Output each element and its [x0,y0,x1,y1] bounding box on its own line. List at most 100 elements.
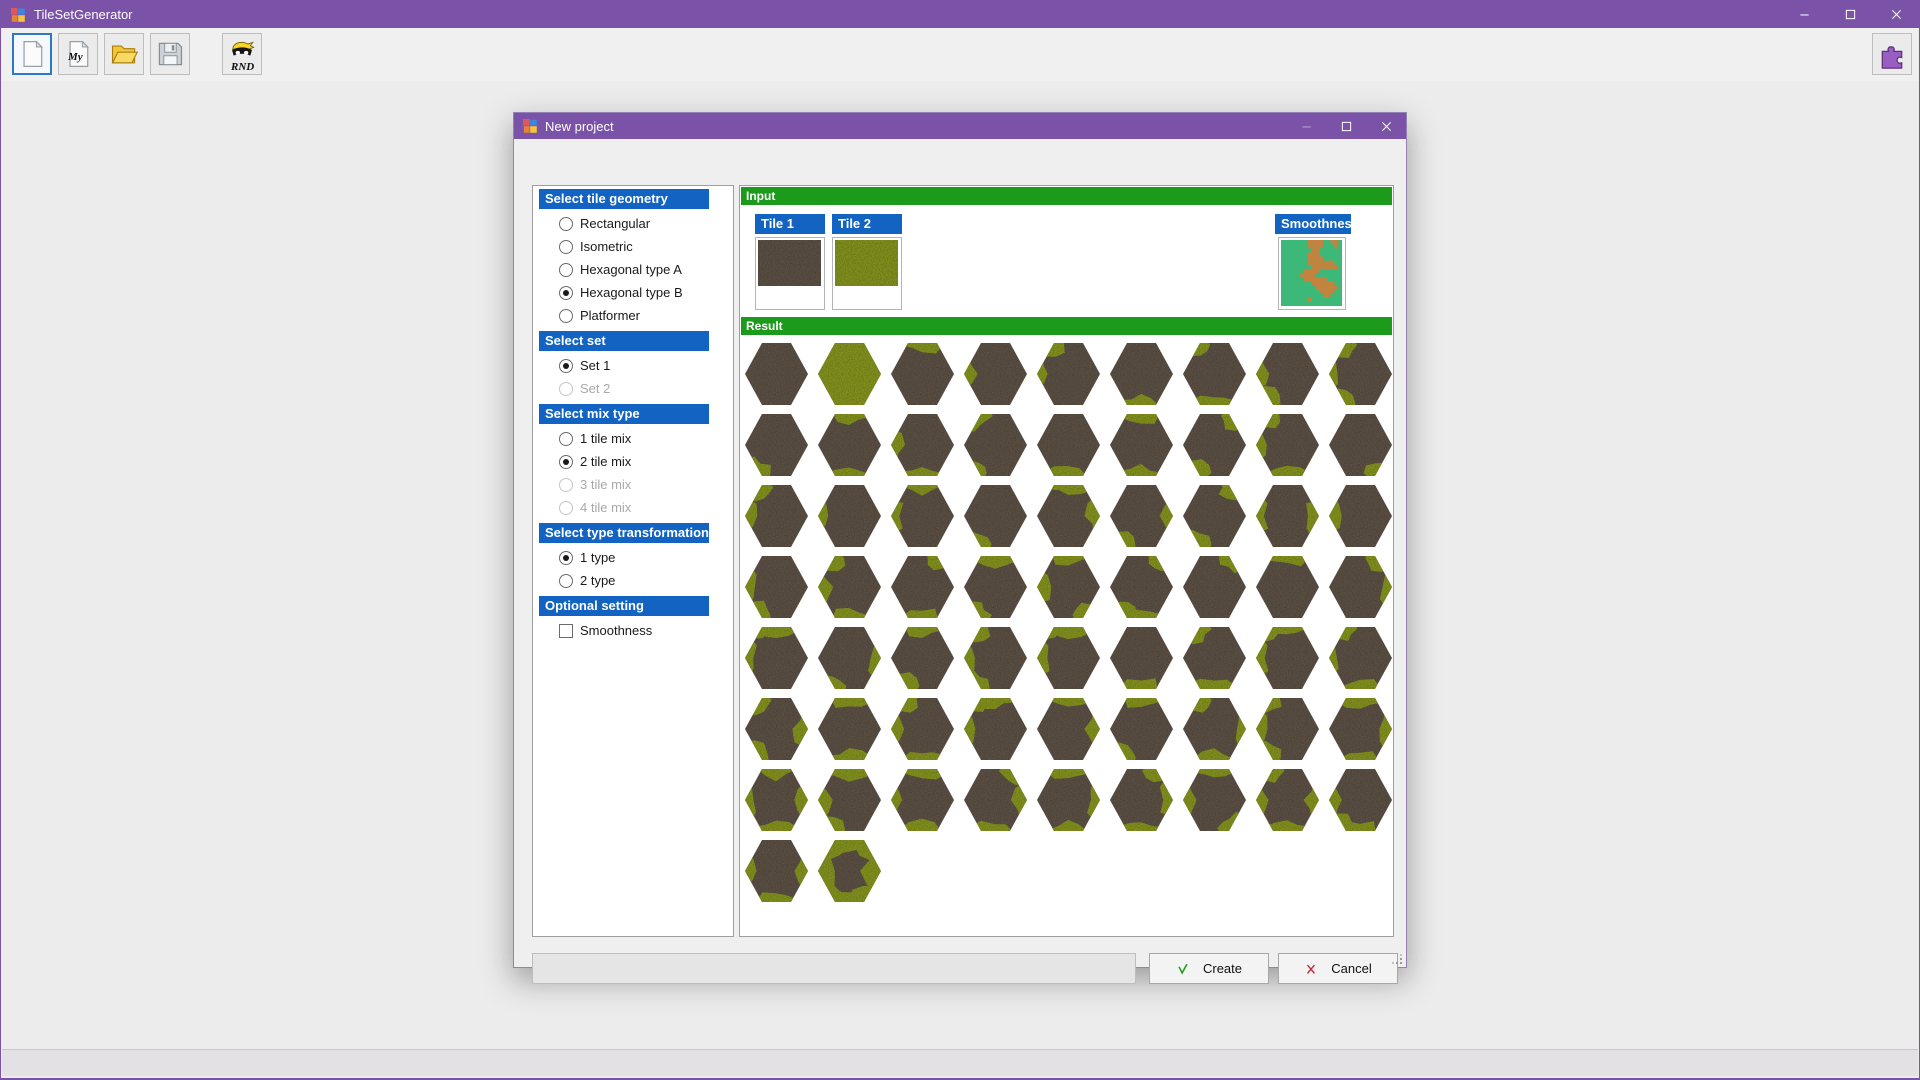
dialog-titlebar[interactable]: New project [514,113,1406,139]
result-tile [1110,627,1173,689]
radio-2-tile-mix[interactable]: 2 tile mix [533,450,733,473]
result-tile [1037,485,1100,547]
dialog-title: New project [545,119,614,134]
radio-control[interactable] [559,551,573,565]
result-section-header: Result [741,317,1392,335]
result-tile [1037,698,1100,760]
resize-grip[interactable] [1391,953,1403,965]
check-icon [1176,962,1190,976]
radio-isometric[interactable]: Isometric [533,235,733,258]
result-tile [964,556,1027,618]
radio-2-type[interactable]: 2 type [533,569,733,592]
save-project-button[interactable] [150,33,190,75]
radio-control[interactable] [559,286,573,300]
result-tile [745,485,808,547]
close-button[interactable] [1873,1,1919,28]
option-label: Isometric [580,239,633,254]
result-tile [818,556,881,618]
result-tile [891,343,954,405]
new-project-button[interactable] [12,33,52,75]
result-tile [1183,627,1246,689]
cancel-button-label: Cancel [1331,961,1371,976]
dialog-maximize-button[interactable] [1326,113,1366,139]
my-projects-button[interactable]: My [58,33,98,75]
result-tile [891,698,954,760]
result-tile [964,343,1027,405]
radio-control[interactable] [559,359,573,373]
dialog-body: Select tile geometry Rectangular Isometric… [514,139,1406,967]
result-tile [1256,485,1319,547]
dialog-window-controls [1286,113,1406,139]
radio-control[interactable] [559,263,573,277]
preview-panel: Input Result Tile 1Tile 2Smoothness [739,185,1394,937]
open-project-button[interactable] [104,33,144,75]
option-label: 2 type [580,573,615,588]
random-generator-button[interactable]: RND [222,33,262,75]
radio-control[interactable] [559,217,573,231]
create-button[interactable]: Create [1149,953,1269,984]
result-tile [1110,485,1173,547]
app-title: TileSetGenerator [34,7,133,22]
new-document-icon [17,39,47,69]
my-projects-text: My [68,51,83,63]
status-field [532,953,1136,984]
radio-control[interactable] [559,309,573,323]
select-tile-geometry-header: Select tile geometry [539,189,709,209]
cancel-button[interactable]: Cancel [1278,953,1398,984]
checkbox-smoothness[interactable]: Smoothness [533,619,733,642]
option-label: Hexagonal type A [580,262,682,277]
result-tile [1110,769,1173,831]
result-tile [818,769,881,831]
select-mix-type-header: Select mix type [539,404,709,424]
result-tile [1329,414,1392,476]
maximize-button[interactable] [1827,1,1873,28]
random-generator-text: RND [231,61,254,73]
checkbox-control[interactable] [559,624,573,638]
minimize-button[interactable] [1781,1,1827,28]
result-tile [1256,627,1319,689]
result-tile [745,556,808,618]
input-section-header: Input [741,187,1392,205]
puzzle-piece-icon [1877,39,1907,69]
radio-control[interactable] [559,455,573,469]
result-tile [818,414,881,476]
dialog-close-button[interactable] [1366,113,1406,139]
result-tile [1256,414,1319,476]
radio-set-1[interactable]: Set 1 [533,354,733,377]
result-tile [818,627,881,689]
smoothness-map[interactable] [1278,237,1346,310]
tile-1-label: Tile 1 [755,214,825,234]
save-floppy-icon [155,39,185,69]
radio-control[interactable] [559,240,573,254]
result-tile [818,485,881,547]
result-tile [891,627,954,689]
tile-2-image[interactable] [832,237,902,310]
tile-1-image[interactable] [755,237,825,310]
result-tile [745,698,808,760]
plugin-button[interactable] [1872,33,1912,75]
radio-hexagonal-type-a[interactable]: Hexagonal type A [533,258,733,281]
minimize-icon [1799,9,1810,20]
result-tile [1183,698,1246,760]
radio-control[interactable] [559,574,573,588]
app-titlebar[interactable]: TileSetGenerator [1,1,1919,28]
tile-2-label: Tile 2 [832,214,902,234]
result-tile [1037,627,1100,689]
result-tile [1183,769,1246,831]
optional-setting-group: Optional setting Smoothness [533,596,733,642]
radio-3-tile-mix: 3 tile mix [533,473,733,496]
result-tile [745,627,808,689]
select-mix-type-group: Select mix type 1 tile mix2 tile mix 3 til… [533,404,733,519]
optional-setting-header: Optional setting [539,596,709,616]
result-tile [745,414,808,476]
result-tile [745,343,808,405]
radio-hexagonal-type-b[interactable]: Hexagonal type B [533,281,733,304]
option-label: 3 tile mix [580,477,631,492]
radio-1-type[interactable]: 1 type [533,546,733,569]
toolbar: My RND [2,28,1918,81]
radio-rectangular[interactable]: Rectangular [533,212,733,235]
radio-1-tile-mix[interactable]: 1 tile mix [533,427,733,450]
radio-platformer[interactable]: Platformer [533,304,733,327]
result-tile [1329,698,1392,760]
radio-control[interactable] [559,432,573,446]
